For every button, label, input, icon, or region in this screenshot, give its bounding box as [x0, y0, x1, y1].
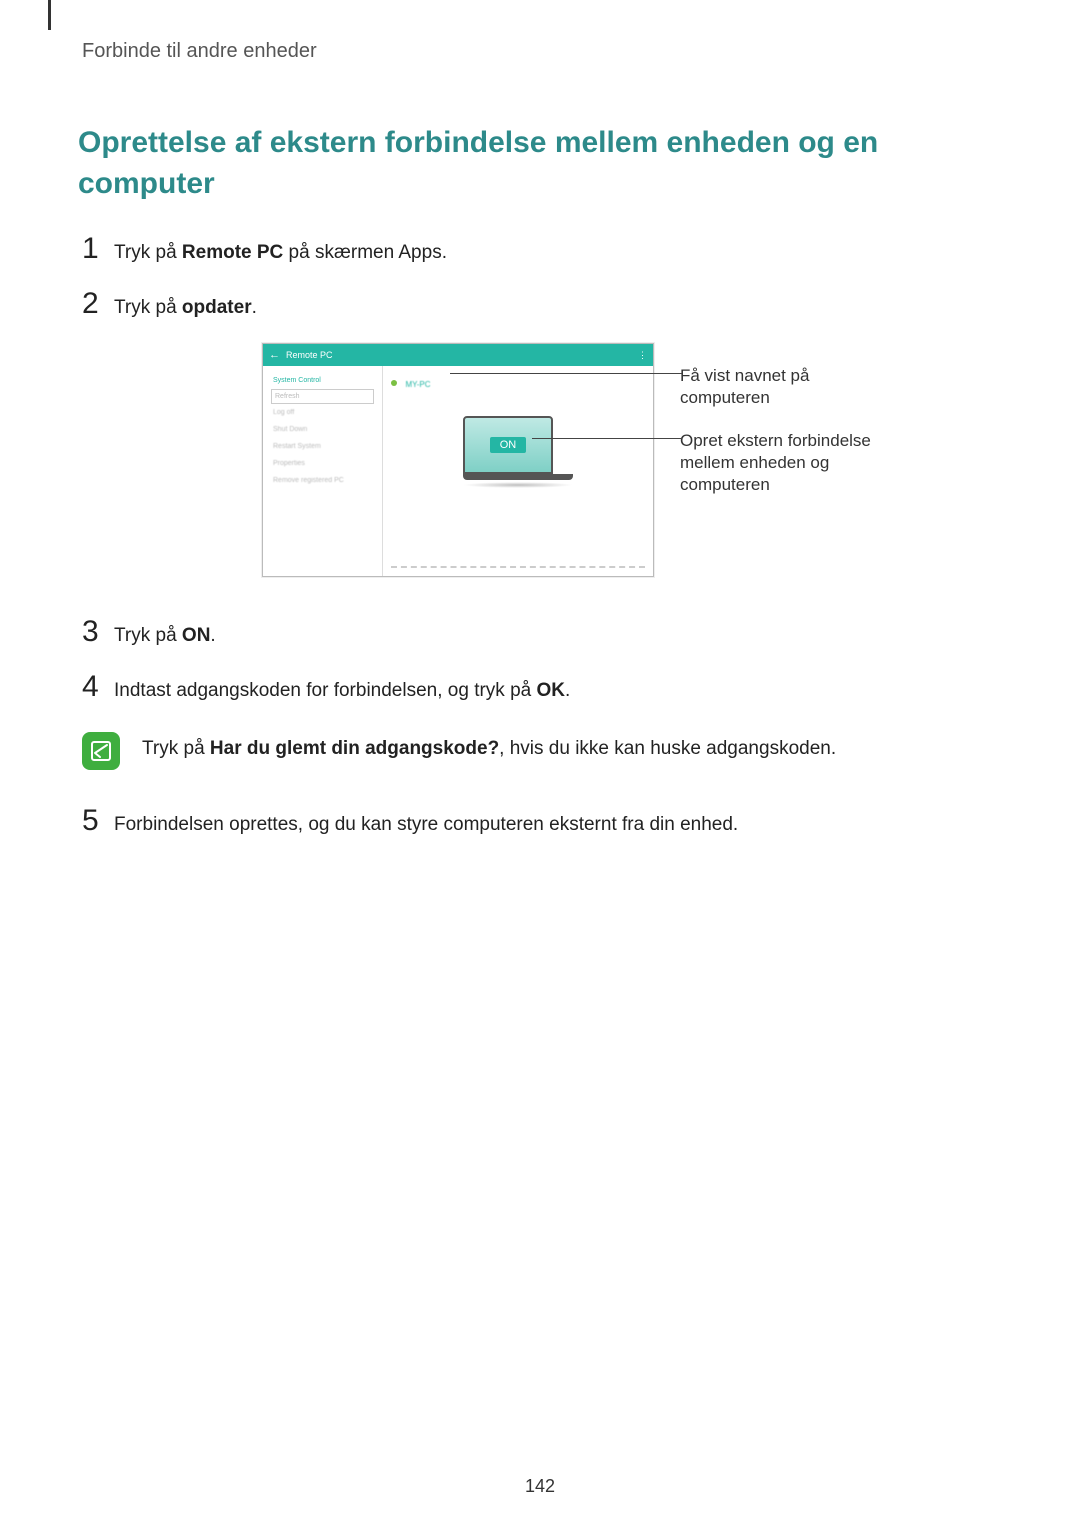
- step-number: 1: [82, 234, 114, 264]
- step-1: 1 Tryk på Remote PC på skærmen Apps.: [82, 234, 1002, 267]
- callout-leader-line: [450, 373, 682, 374]
- step-text: Forbindelsen oprettes, og du kan styre c…: [114, 812, 738, 839]
- remote-pc-figure: ← Remote PC ⋮ System Control Refresh Log…: [262, 343, 922, 577]
- step-text: Tryk på Remote PC på skærmen Apps.: [114, 240, 447, 267]
- pc-name-row: MY-PC: [391, 374, 645, 392]
- sidebar-item: Log off: [271, 404, 374, 421]
- back-icon: ←: [269, 349, 280, 361]
- device-screenshot: ← Remote PC ⋮ System Control Refresh Log…: [262, 343, 654, 577]
- divider-dashed: [391, 566, 645, 568]
- sidebar-item: System Control: [271, 372, 374, 389]
- sidebar-item: Remove registered PC: [271, 472, 374, 489]
- sidebar-item: Properties: [271, 455, 374, 472]
- step-2: 2 Tryk på opdater.: [82, 289, 1002, 322]
- step-text: Indtast adgangskoden for forbindelsen, o…: [114, 678, 570, 705]
- sidebar-item: Shut Down: [271, 421, 374, 438]
- step-text: Tryk på ON.: [114, 623, 216, 650]
- note: Tryk på Har du glemt din adgangskode?, h…: [82, 732, 1002, 770]
- step-4: 4 Indtast adgangskoden for forbindelsen,…: [82, 672, 1002, 705]
- callout-pc-name: Få vist navnet på computeren: [680, 365, 880, 409]
- note-icon: [82, 732, 120, 770]
- page-number: 142: [0, 1476, 1080, 1497]
- sidebar-item: Refresh: [271, 389, 374, 404]
- app-titlebar: ← Remote PC ⋮: [263, 344, 653, 366]
- step-5: 5 Forbindelsen oprettes, og du kan styre…: [82, 806, 1002, 839]
- sidebar-item: Restart System: [271, 438, 374, 455]
- note-text: Tryk på Har du glemt din adgangskode?, h…: [142, 732, 836, 760]
- menu-icon: ⋮: [638, 350, 647, 361]
- status-dot-icon: [391, 380, 397, 386]
- page-title: Oprettelse af ekstern forbindelse mellem…: [78, 123, 1002, 204]
- callout-connect: Opret ekstern forbindelse mellem enheden…: [680, 430, 880, 496]
- on-badge: ON: [490, 437, 527, 453]
- section-header: Forbinde til andre enheder: [82, 40, 1002, 63]
- laptop-illustration: ON: [463, 416, 573, 488]
- step-text: Tryk på opdater.: [114, 295, 257, 322]
- device-sidebar: System Control Refresh Log off Shut Down…: [263, 366, 383, 576]
- app-title: Remote PC: [286, 350, 333, 360]
- step-number: 3: [82, 617, 114, 647]
- step-number: 4: [82, 672, 114, 702]
- step-number: 2: [82, 289, 114, 319]
- step-list: 1 Tryk på Remote PC på skærmen Apps. 2 T…: [82, 234, 1002, 839]
- callout-leader-line: [532, 438, 682, 439]
- step-number: 5: [82, 806, 114, 836]
- pc-name: MY-PC: [405, 380, 430, 389]
- device-content: MY-PC ON: [383, 366, 653, 576]
- step-3: 3 Tryk på ON.: [82, 617, 1002, 650]
